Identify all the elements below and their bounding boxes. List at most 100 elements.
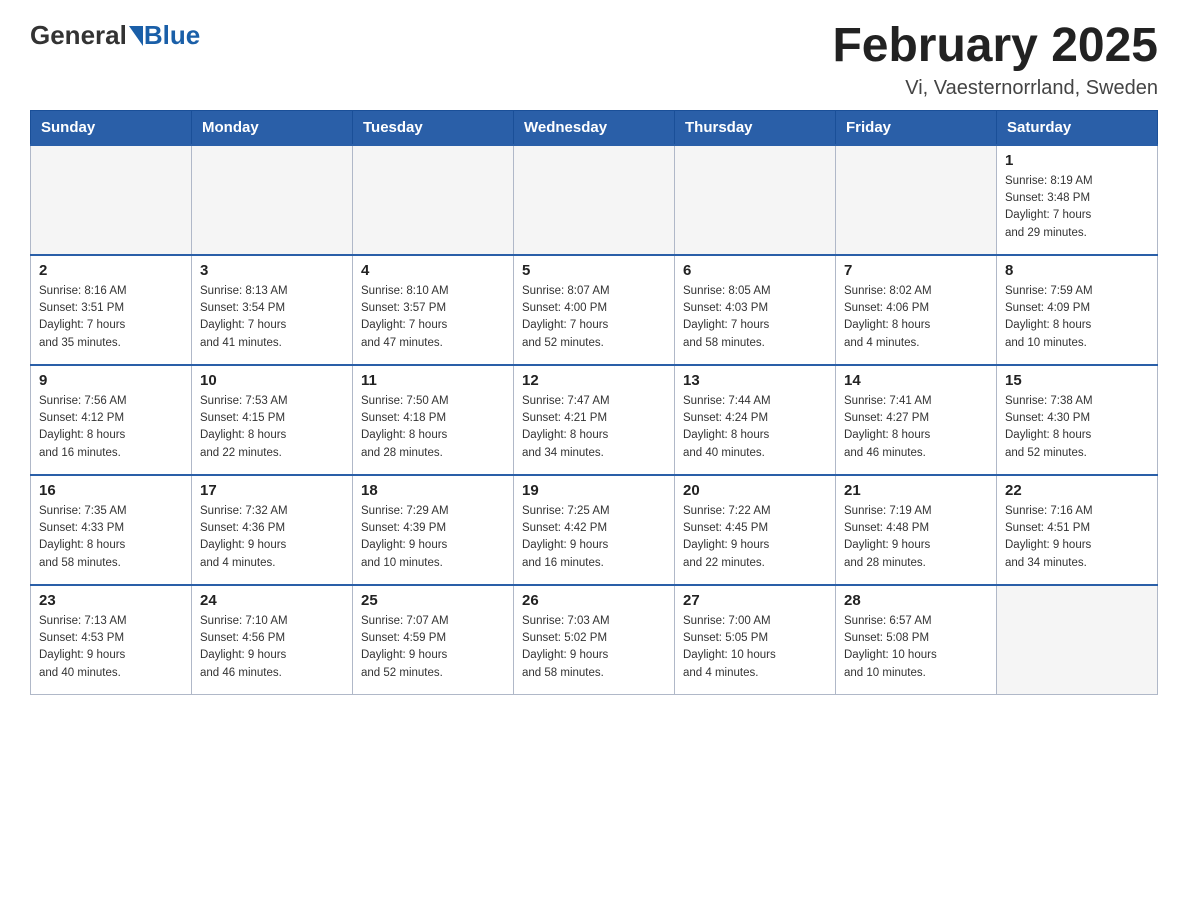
- day-info: Sunrise: 7:16 AM Sunset: 4:51 PM Dayligh…: [1005, 503, 1149, 572]
- week-row-4: 16Sunrise: 7:35 AM Sunset: 4:33 PM Dayli…: [31, 475, 1158, 585]
- calendar-cell: 2 Sunrise: 8:16 AM Sunset: 3:51 PM Daylig…: [31, 255, 192, 365]
- calendar-cell: 16Sunrise: 7:35 AM Sunset: 4:33 PM Dayli…: [31, 475, 192, 585]
- calendar-table: SundayMondayTuesdayWednesdayThursdayFrid…: [30, 110, 1158, 696]
- logo-blue-text: Blue: [144, 20, 200, 51]
- day-info: Sunrise: 7:56 AM Sunset: 4:12 PM Dayligh…: [39, 393, 183, 462]
- weekday-header-row: SundayMondayTuesdayWednesdayThursdayFrid…: [31, 110, 1158, 145]
- logo-arrow-icon: [129, 26, 143, 46]
- calendar-cell: 20 Sunrise: 7:22 AM Sunset: 4:45 PM Dayli…: [675, 475, 836, 585]
- calendar-cell: 4 Sunrise: 8:10 AM Sunset: 3:57 PM Daylig…: [353, 255, 514, 365]
- day-number: 19: [522, 482, 666, 499]
- calendar-cell: 10Sunrise: 7:53 AM Sunset: 4:15 PM Dayli…: [192, 365, 353, 475]
- day-info: Sunrise: 7:07 AM Sunset: 4:59 PM Dayligh…: [361, 613, 505, 682]
- day-info: Sunrise: 7:44 AM Sunset: 4:24 PM Dayligh…: [683, 393, 827, 462]
- day-info: Sunrise: 7:59 AM Sunset: 4:09 PM Dayligh…: [1005, 283, 1149, 352]
- logo: General Blue: [30, 20, 200, 51]
- day-number: 9: [39, 372, 183, 389]
- weekday-header-friday: Friday: [836, 110, 997, 145]
- calendar-cell: 13 Sunrise: 7:44 AM Sunset: 4:24 PM Dayli…: [675, 365, 836, 475]
- day-number: 4: [361, 262, 505, 279]
- day-number: 18: [361, 482, 505, 499]
- calendar-cell: [675, 145, 836, 255]
- calendar-cell: 9 Sunrise: 7:56 AM Sunset: 4:12 PM Daylig…: [31, 365, 192, 475]
- calendar-cell: 21 Sunrise: 7:19 AM Sunset: 4:48 PM Dayli…: [836, 475, 997, 585]
- day-info: Sunrise: 7:38 AM Sunset: 4:30 PM Dayligh…: [1005, 393, 1149, 462]
- day-info: Sunrise: 7:32 AM Sunset: 4:36 PM Dayligh…: [200, 503, 344, 572]
- calendar-cell: 28Sunrise: 6:57 AM Sunset: 5:08 PM Dayli…: [836, 585, 997, 695]
- calendar-cell: 14 Sunrise: 7:41 AM Sunset: 4:27 PM Dayli…: [836, 365, 997, 475]
- day-number: 13: [683, 372, 827, 389]
- calendar-cell: 8 Sunrise: 7:59 AM Sunset: 4:09 PM Daylig…: [997, 255, 1158, 365]
- weekday-header-sunday: Sunday: [31, 110, 192, 145]
- calendar-cell: 26Sunrise: 7:03 AM Sunset: 5:02 PM Dayli…: [514, 585, 675, 695]
- title-section: February 2025 Vi, Vaesternorrland, Swede…: [832, 20, 1158, 100]
- day-info: Sunrise: 7:22 AM Sunset: 4:45 PM Dayligh…: [683, 503, 827, 572]
- calendar-cell: 23 Sunrise: 7:13 AM Sunset: 4:53 PM Dayli…: [31, 585, 192, 695]
- weekday-header-saturday: Saturday: [997, 110, 1158, 145]
- day-info: Sunrise: 7:50 AM Sunset: 4:18 PM Dayligh…: [361, 393, 505, 462]
- calendar-cell: [997, 585, 1158, 695]
- calendar-cell: 1 Sunrise: 8:19 AM Sunset: 3:48 PM Daylig…: [997, 145, 1158, 255]
- day-number: 11: [361, 372, 505, 389]
- location-text: Vi, Vaesternorrland, Sweden: [832, 77, 1158, 100]
- day-info: Sunrise: 7:10 AM Sunset: 4:56 PM Dayligh…: [200, 613, 344, 682]
- day-info: Sunrise: 8:13 AM Sunset: 3:54 PM Dayligh…: [200, 283, 344, 352]
- calendar-cell: 19 Sunrise: 7:25 AM Sunset: 4:42 PM Dayli…: [514, 475, 675, 585]
- calendar-cell: 22 Sunrise: 7:16 AM Sunset: 4:51 PM Dayli…: [997, 475, 1158, 585]
- calendar-cell: 12 Sunrise: 7:47 AM Sunset: 4:21 PM Dayli…: [514, 365, 675, 475]
- day-info: Sunrise: 8:10 AM Sunset: 3:57 PM Dayligh…: [361, 283, 505, 352]
- calendar-cell: [353, 145, 514, 255]
- weekday-header-thursday: Thursday: [675, 110, 836, 145]
- calendar-cell: 5Sunrise: 8:07 AM Sunset: 4:00 PM Daylig…: [514, 255, 675, 365]
- day-info: Sunrise: 8:05 AM Sunset: 4:03 PM Dayligh…: [683, 283, 827, 352]
- day-number: 15: [1005, 372, 1149, 389]
- calendar-cell: 17 Sunrise: 7:32 AM Sunset: 4:36 PM Dayli…: [192, 475, 353, 585]
- day-info: Sunrise: 8:07 AM Sunset: 4:00 PM Dayligh…: [522, 283, 666, 352]
- day-number: 7: [844, 262, 988, 279]
- day-number: 20: [683, 482, 827, 499]
- day-number: 14: [844, 372, 988, 389]
- calendar-cell: 24Sunrise: 7:10 AM Sunset: 4:56 PM Dayli…: [192, 585, 353, 695]
- calendar-cell: [31, 145, 192, 255]
- calendar-cell: 27 Sunrise: 7:00 AM Sunset: 5:05 PM Dayli…: [675, 585, 836, 695]
- week-row-2: 2 Sunrise: 8:16 AM Sunset: 3:51 PM Daylig…: [31, 255, 1158, 365]
- day-info: Sunrise: 8:19 AM Sunset: 3:48 PM Dayligh…: [1005, 173, 1149, 242]
- week-row-1: 1 Sunrise: 8:19 AM Sunset: 3:48 PM Daylig…: [31, 145, 1158, 255]
- day-info: Sunrise: 7:13 AM Sunset: 4:53 PM Dayligh…: [39, 613, 183, 682]
- calendar-cell: 18 Sunrise: 7:29 AM Sunset: 4:39 PM Dayli…: [353, 475, 514, 585]
- calendar-cell: 25 Sunrise: 7:07 AM Sunset: 4:59 PM Dayli…: [353, 585, 514, 695]
- day-info: Sunrise: 7:00 AM Sunset: 5:05 PM Dayligh…: [683, 613, 827, 682]
- day-number: 8: [1005, 262, 1149, 279]
- week-row-5: 23 Sunrise: 7:13 AM Sunset: 4:53 PM Dayli…: [31, 585, 1158, 695]
- day-number: 28: [844, 592, 988, 609]
- day-info: Sunrise: 8:16 AM Sunset: 3:51 PM Dayligh…: [39, 283, 183, 352]
- day-info: Sunrise: 7:19 AM Sunset: 4:48 PM Dayligh…: [844, 503, 988, 572]
- day-number: 17: [200, 482, 344, 499]
- calendar-cell: 11 Sunrise: 7:50 AM Sunset: 4:18 PM Dayli…: [353, 365, 514, 475]
- day-number: 27: [683, 592, 827, 609]
- day-number: 10: [200, 372, 344, 389]
- day-info: Sunrise: 7:25 AM Sunset: 4:42 PM Dayligh…: [522, 503, 666, 572]
- month-title: February 2025: [832, 20, 1158, 73]
- day-info: Sunrise: 7:41 AM Sunset: 4:27 PM Dayligh…: [844, 393, 988, 462]
- calendar-cell: [192, 145, 353, 255]
- calendar-cell: [836, 145, 997, 255]
- calendar-cell: 7 Sunrise: 8:02 AM Sunset: 4:06 PM Daylig…: [836, 255, 997, 365]
- day-number: 16: [39, 482, 183, 499]
- day-info: Sunrise: 7:47 AM Sunset: 4:21 PM Dayligh…: [522, 393, 666, 462]
- week-row-3: 9 Sunrise: 7:56 AM Sunset: 4:12 PM Daylig…: [31, 365, 1158, 475]
- day-number: 23: [39, 592, 183, 609]
- day-number: 1: [1005, 152, 1149, 169]
- day-info: Sunrise: 7:29 AM Sunset: 4:39 PM Dayligh…: [361, 503, 505, 572]
- day-number: 21: [844, 482, 988, 499]
- day-number: 26: [522, 592, 666, 609]
- day-info: Sunrise: 8:02 AM Sunset: 4:06 PM Dayligh…: [844, 283, 988, 352]
- day-number: 3: [200, 262, 344, 279]
- day-number: 22: [1005, 482, 1149, 499]
- weekday-header-wednesday: Wednesday: [514, 110, 675, 145]
- calendar-cell: 6Sunrise: 8:05 AM Sunset: 4:03 PM Daylig…: [675, 255, 836, 365]
- calendar-cell: 15 Sunrise: 7:38 AM Sunset: 4:30 PM Dayli…: [997, 365, 1158, 475]
- day-number: 2: [39, 262, 183, 279]
- day-number: 12: [522, 372, 666, 389]
- day-number: 25: [361, 592, 505, 609]
